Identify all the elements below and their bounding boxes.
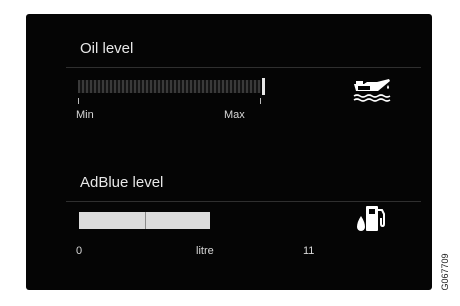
figure-code-text: G067709: [440, 253, 450, 291]
adblue-scale-start: 0: [76, 245, 83, 257]
figure-code: G067709: [438, 252, 452, 292]
adblue-level-gauge: [79, 212, 210, 229]
oil-min-label: Min: [76, 109, 94, 121]
display-panel: Oil level Min Max AdBlue level 0 litre 1…: [26, 14, 432, 290]
fuel-pump-icon: [357, 206, 385, 231]
adblue-level-title: AdBlue level: [80, 174, 164, 191]
oil-max-label: Max: [224, 109, 245, 121]
oil-max-tick: [260, 98, 261, 104]
adblue-unit-label: litre: [196, 245, 214, 257]
oil-can-icon: [353, 79, 391, 102]
oil-level-title: Oil level: [80, 40, 134, 57]
oil-level-gauge: [78, 78, 265, 95]
oil-min-tick: [78, 98, 79, 104]
oil-section-divider: [66, 67, 421, 68]
adblue-scale-end: 11: [303, 245, 315, 257]
adblue-mid-tick: [145, 212, 146, 229]
oil-max-marker: [262, 78, 265, 95]
